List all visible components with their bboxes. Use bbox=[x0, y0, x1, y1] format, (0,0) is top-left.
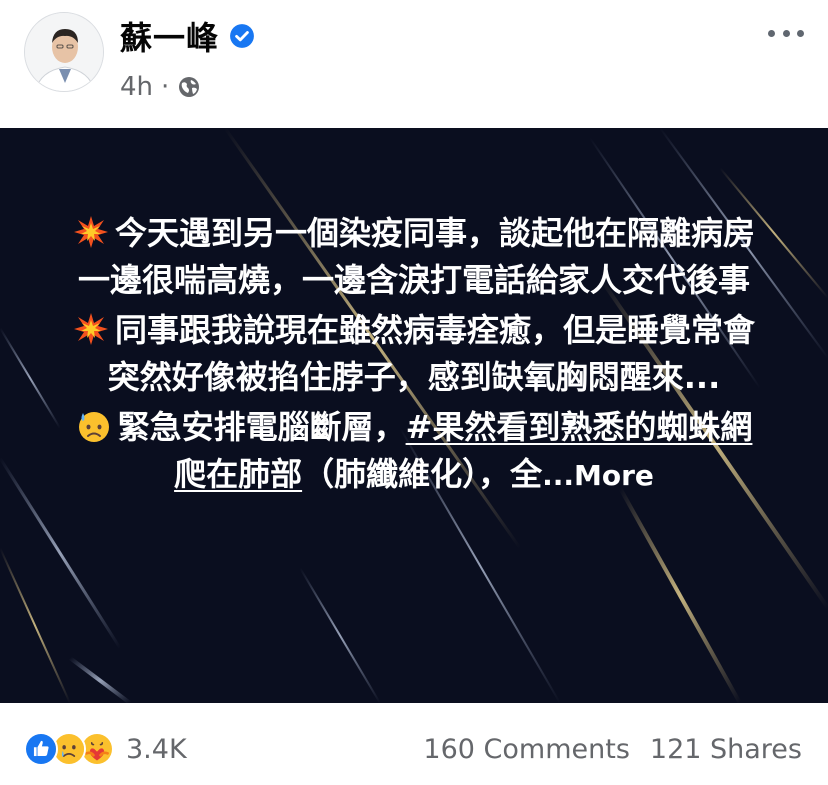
see-more-link[interactable]: ...More bbox=[542, 459, 654, 492]
engagement-stats: 160 Comments 121 Shares bbox=[423, 731, 802, 767]
sad-sweat-face-emoji-icon bbox=[78, 412, 109, 442]
author-row: 蘇一峰 bbox=[120, 13, 255, 59]
paragraph-2-text: 同事跟我說現在雖然病毒痊癒，但是睡覺常會突然好像被掐住脖子，感到缺氧胸悶醒來..… bbox=[107, 311, 755, 396]
reaction-summary[interactable]: 3.4K bbox=[24, 731, 187, 767]
paragraph-2: 同事跟我說現在雖然病毒痊癒，但是睡覺常會突然好像被掐住脖子，感到缺氧胸悶醒來..… bbox=[60, 307, 768, 401]
verified-badge-icon bbox=[230, 24, 254, 48]
comments-count[interactable]: 160 Comments bbox=[423, 734, 629, 765]
post-text: 今天遇到另一個染疫同事，談起他在隔離病房一邊很喘高燒，一邊含淚打電話給家人交代後… bbox=[60, 210, 768, 499]
collision-emoji-icon bbox=[73, 313, 108, 345]
paragraph-3: 緊急安排電腦斷層，#果然看到熟悉的蜘蛛網爬在肺部（肺纖維化），全...More bbox=[60, 404, 768, 499]
paragraph-3-tail: （肺纖維化），全 bbox=[302, 455, 543, 493]
post-time[interactable]: 4h bbox=[120, 72, 153, 102]
more-options-icon[interactable] bbox=[768, 26, 804, 40]
paragraph-1-text: 今天遇到另一個染疫同事，談起他在隔離病房一邊很喘高燒，一邊含淚打電話給家人交代後… bbox=[77, 214, 755, 299]
paragraph-3-text: 緊急安排電腦斷層， bbox=[117, 408, 406, 446]
meta-separator: · bbox=[161, 72, 170, 102]
author-avatar[interactable] bbox=[24, 12, 104, 92]
post-image[interactable]: 今天遇到另一個染疫同事，談起他在隔離病房一邊很喘高燒，一邊含淚打電話給家人交代後… bbox=[0, 128, 828, 703]
author-name[interactable]: 蘇一峰 bbox=[120, 13, 219, 59]
collision-emoji-icon bbox=[73, 216, 108, 248]
post-footer: 3.4K 160 Comments 121 Shares bbox=[0, 703, 828, 785]
like-reaction-icon bbox=[24, 732, 58, 766]
post-header: 蘇一峰 4h · bbox=[0, 0, 828, 128]
reaction-count[interactable]: 3.4K bbox=[126, 734, 187, 765]
shares-count[interactable]: 121 Shares bbox=[650, 734, 802, 765]
paragraph-1: 今天遇到另一個染疫同事，談起他在隔離病房一邊很喘高燒，一邊含淚打電話給家人交代後… bbox=[60, 210, 768, 304]
globe-icon[interactable] bbox=[177, 75, 201, 99]
post-meta: 4h · bbox=[120, 70, 201, 104]
